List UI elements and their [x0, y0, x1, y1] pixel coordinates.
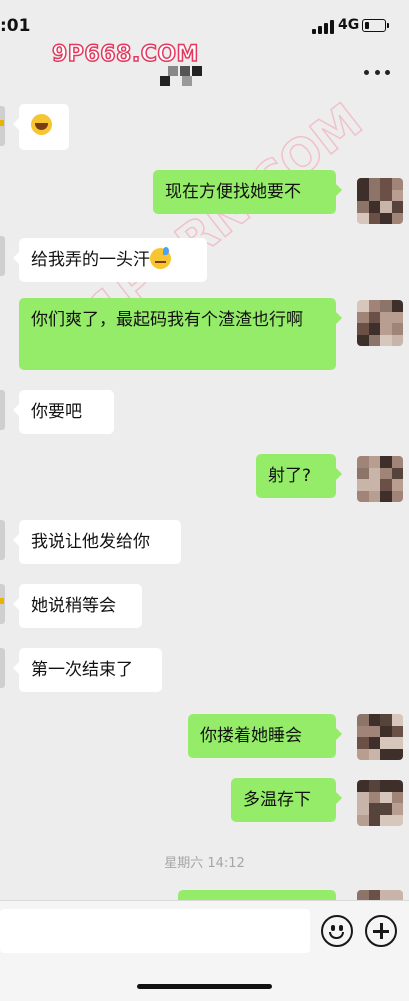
message-text: 我说让他发给你	[31, 532, 150, 552]
contact-avatar[interactable]	[0, 520, 5, 560]
contact-avatar[interactable]	[0, 584, 5, 624]
message-text: 射了?	[268, 466, 312, 486]
laughing-emoji-icon	[31, 114, 52, 135]
battery-tip	[387, 23, 389, 28]
message-bubble-partial[interactable]	[178, 890, 336, 900]
message-bubble[interactable]: 你搂着她睡会	[188, 714, 342, 758]
message-bubble[interactable]: 我说让他发给你	[13, 520, 181, 564]
cellular-signal-icon	[312, 20, 334, 34]
message-bubble[interactable]: 你要吧	[13, 390, 114, 434]
message-input[interactable]	[0, 909, 310, 953]
more-functions-plus-icon[interactable]	[365, 915, 397, 947]
message-bubble[interactable]: 现在方便找她要不	[153, 170, 342, 214]
contact-name-mosaic	[160, 76, 170, 86]
my-avatar[interactable]	[357, 178, 403, 224]
message-bubble[interactable]	[13, 104, 69, 150]
my-avatar[interactable]	[357, 780, 403, 826]
home-indicator	[137, 984, 272, 989]
my-avatar[interactable]	[357, 890, 403, 900]
message-text: 给我弄的一头汗	[31, 250, 150, 270]
contact-avatar[interactable]	[0, 648, 5, 688]
chat-area: 现在方便找她要不 给我弄的一头汗 你们爽了，最起码我有个渣渣也行啊 你要吧 射了…	[0, 98, 409, 900]
contact-avatar[interactable]	[0, 106, 5, 146]
contact-avatar[interactable]	[0, 236, 5, 276]
message-text: 你要吧	[31, 402, 82, 422]
contact-avatar[interactable]	[0, 390, 5, 430]
status-time: :01	[0, 16, 31, 36]
my-avatar[interactable]	[357, 714, 403, 760]
my-avatar[interactable]	[357, 300, 403, 346]
network-type: 4G	[338, 17, 360, 33]
message-text: 她说稍等会	[31, 596, 116, 616]
message-bubble[interactable]: 射了?	[256, 454, 342, 498]
message-bubble[interactable]: 第一次结束了	[13, 648, 162, 692]
battery-icon	[362, 19, 386, 32]
message-timestamp: 星期六 14:12	[164, 856, 245, 871]
chat-header	[0, 52, 409, 98]
sweat-emoji-icon	[150, 247, 171, 269]
message-bubble[interactable]: 给我弄的一头汗	[13, 238, 207, 282]
message-bubble[interactable]: 她说稍等会	[13, 584, 142, 628]
message-text: 第一次结束了	[31, 660, 133, 680]
my-avatar[interactable]	[357, 456, 403, 502]
message-bubble[interactable]: 你们爽了，最起码我有个渣渣也行啊	[19, 298, 342, 370]
message-text: 多温存下	[243, 790, 311, 810]
message-text: 你搂着她睡会	[200, 726, 302, 746]
message-text: 现在方便找她要不	[165, 182, 301, 202]
message-text: 你们爽了，最起码我有个渣渣也行啊	[31, 310, 303, 330]
message-bubble[interactable]: 多温存下	[231, 778, 342, 822]
more-options-icon[interactable]	[364, 62, 390, 82]
emoji-button-icon[interactable]	[321, 915, 353, 947]
